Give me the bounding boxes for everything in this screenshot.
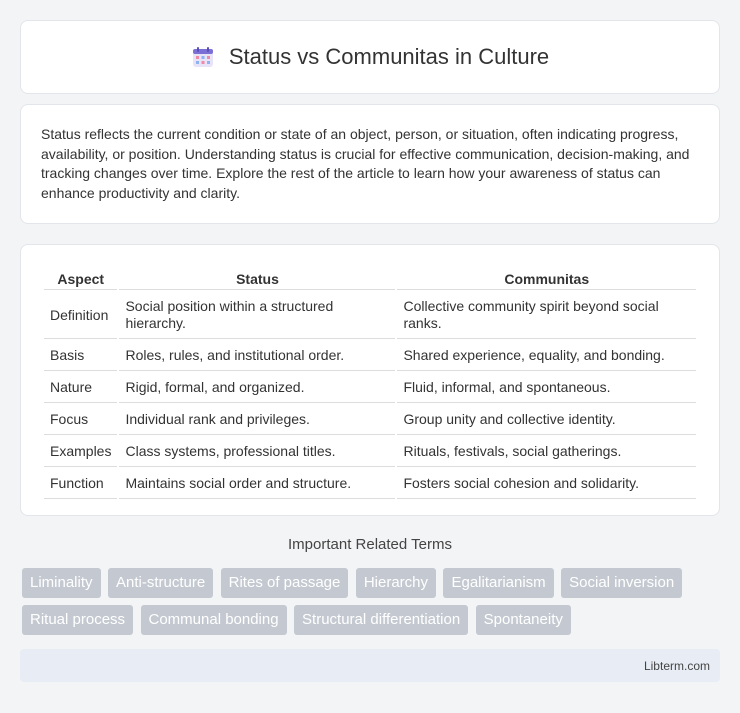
table-row: Definition Social position within a stru… — [44, 292, 696, 339]
aspect-cell: Basis — [44, 341, 118, 371]
header-aspect: Aspect — [44, 267, 118, 290]
tag-structural-differentiation[interactable]: Structural differentiation — [294, 605, 469, 635]
aspect-cell: Examples — [44, 437, 118, 467]
table-header-row: Aspect Status Communitas — [44, 267, 696, 290]
tag-communal-bonding[interactable]: Communal bonding — [140, 605, 287, 635]
page-title: Status vs Communitas in Culture — [228, 44, 550, 69]
tag-spontaneity[interactable]: Spontaneity — [475, 605, 571, 635]
table-row: Basis Roles, rules, and institutional or… — [44, 341, 696, 371]
aspect-cell: Definition — [44, 292, 118, 339]
intro-card: Status reflects the current condition or… — [20, 104, 720, 224]
communitas-cell: Group unity and collective identity. — [397, 405, 696, 435]
footer-site-link[interactable]: Libterm.com — [644, 659, 710, 673]
aspect-cell: Focus — [44, 405, 118, 435]
comparison-table: Aspect Status Communitas Definition Soci… — [42, 265, 698, 501]
tag-social-inversion[interactable]: Social inversion — [561, 568, 683, 598]
status-cell: Rigid, formal, and organized. — [119, 373, 396, 403]
status-cell: Class systems, professional titles. — [119, 437, 396, 467]
aspect-cell: Function — [44, 469, 118, 499]
communitas-cell: Fosters social cohesion and solidarity. — [397, 469, 696, 499]
comparison-card: Aspect Status Communitas Definition Soci… — [20, 244, 720, 516]
tag-ritual-process[interactable]: Ritual process — [22, 605, 134, 635]
intro-text: Status reflects the current condition or… — [41, 126, 690, 201]
tag-hierarchy[interactable]: Hierarchy — [355, 568, 437, 598]
related-terms-title: Important Related Terms — [288, 536, 452, 553]
status-cell: Maintains social order and structure. — [119, 469, 396, 499]
status-cell: Individual rank and privileges. — [119, 405, 396, 435]
communitas-cell: Shared experience, equality, and bonding… — [397, 341, 696, 371]
communitas-cell: Rituals, festivals, social gatherings. — [397, 437, 696, 467]
tag-anti-structure[interactable]: Anti-structure — [107, 568, 214, 598]
tag-egalitarianism[interactable]: Egalitarianism — [443, 568, 554, 598]
table-row: Focus Individual rank and privileges. Gr… — [44, 405, 696, 435]
status-cell: Social position within a structured hier… — [119, 292, 396, 339]
communitas-cell: Fluid, informal, and spontaneous. — [397, 373, 696, 403]
header-status: Status — [119, 267, 396, 290]
table-row: Function Maintains social order and stru… — [44, 469, 696, 499]
related-terms-list: Liminality Anti-structure Rites of passa… — [22, 568, 722, 642]
header-communitas: Communitas — [397, 267, 696, 290]
status-cell: Roles, rules, and institutional order. — [119, 341, 396, 371]
table-row: Nature Rigid, formal, and organized. Flu… — [44, 373, 696, 403]
calendar-icon — [191, 45, 215, 69]
aspect-cell: Nature — [44, 373, 118, 403]
communitas-cell: Collective community spirit beyond socia… — [397, 292, 696, 339]
title-card: Status vs Communitas in Culture — [20, 20, 720, 94]
table-row: Examples Class systems, professional tit… — [44, 437, 696, 467]
footer: Libterm.com — [20, 649, 720, 682]
tag-liminality[interactable]: Liminality — [22, 568, 101, 598]
tag-rites-of-passage[interactable]: Rites of passage — [220, 568, 349, 598]
